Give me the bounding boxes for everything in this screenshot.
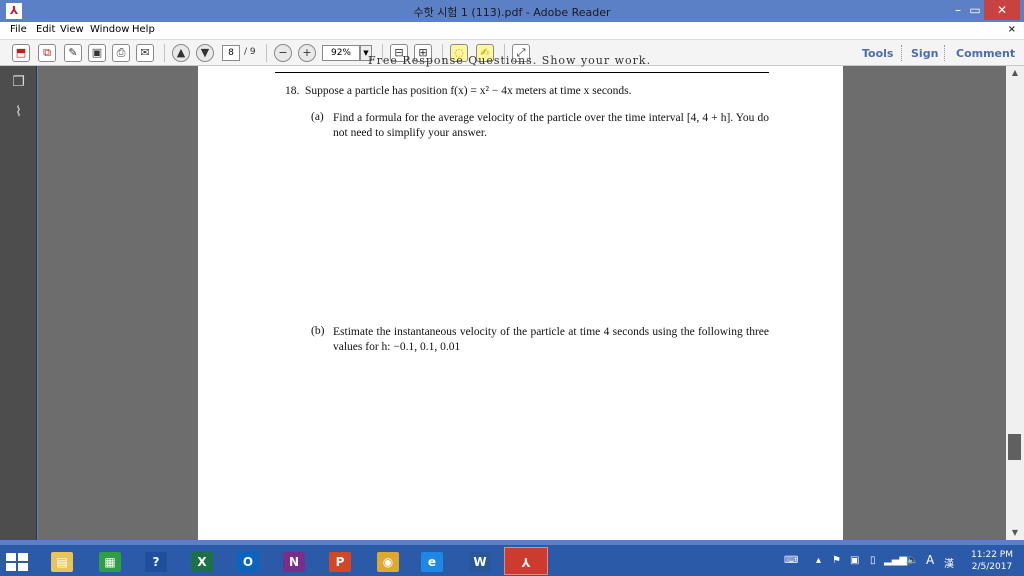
sign-pane-link[interactable]: Sign [911, 47, 938, 60]
edit-icon[interactable]: ✎ [64, 44, 82, 62]
close-button[interactable]: ✕ [984, 0, 1020, 20]
menu-file[interactable]: File [10, 24, 27, 35]
outlook-icon: O [237, 551, 259, 572]
question-number: 18. [285, 85, 300, 97]
restore-button[interactable]: ▭ [968, 0, 982, 20]
pdf-page: Free Response Questions. Show your work.… [198, 54, 843, 540]
part-b-text: Estimate the instantaneous velocity of t… [333, 326, 769, 353]
page-down-icon[interactable]: ▼ [196, 44, 214, 62]
volume-icon[interactable]: 🔈 [906, 555, 918, 566]
part-a-label: (a) [311, 111, 324, 123]
word-icon: W [469, 551, 491, 572]
part-b-label: (b) [311, 325, 325, 337]
page-total: / 9 [244, 47, 256, 57]
menu-help[interactable]: Help [132, 24, 155, 35]
menu-bar: File Edit View Window Help × [0, 22, 1024, 40]
save-icon[interactable]: ▣ [88, 44, 106, 62]
page-thumbnails-icon[interactable]: ❐ [10, 74, 27, 92]
clock-date: 2/5/2017 [971, 562, 1013, 572]
input-language-indicator[interactable]: A [926, 553, 934, 567]
menu-view[interactable]: View [60, 24, 84, 35]
taskbar-outlook-button[interactable]: O [226, 547, 270, 575]
taskbar-adobe-reader-button[interactable]: ⅄ [504, 547, 548, 575]
menu-edit[interactable]: Edit [36, 24, 55, 35]
scroll-down-icon[interactable]: ▼ [1006, 526, 1024, 540]
powerpoint-icon: P [329, 551, 351, 572]
taskbar-help-button[interactable]: ? [134, 547, 178, 575]
tray-app-icon[interactable]: ▣ [850, 555, 859, 566]
show-hidden-icons-icon[interactable]: ▴ [816, 555, 821, 566]
store-icon: ▦ [99, 551, 121, 572]
internet-explorer-icon: e [421, 551, 443, 572]
onenote-icon: N [283, 551, 305, 572]
zoom-level-input[interactable]: 92% [322, 45, 360, 61]
minimize-button[interactable]: – [948, 0, 968, 20]
help-icon: ? [145, 551, 167, 572]
scroll-thumb[interactable] [1008, 434, 1021, 460]
window-title: 수핫 시험 1 (113).pdf - Adobe Reader [413, 6, 611, 19]
tools-pane-link[interactable]: Tools [862, 47, 893, 60]
part-a-text: Find a formula for the average velocity … [333, 112, 769, 139]
taskbar-chrome-button[interactable]: ◉ [366, 547, 410, 575]
header-rule [275, 72, 769, 73]
chrome-icon: ◉ [377, 551, 399, 572]
system-clock[interactable]: 11:22 PM 2/5/2017 [962, 549, 1022, 573]
ime-mode-icon[interactable]: 漢 [944, 555, 954, 570]
taskbar-internet-explorer-button[interactable]: e [410, 547, 454, 575]
scroll-up-icon[interactable]: ▲ [1006, 66, 1024, 80]
battery-icon[interactable]: ▯ [870, 555, 876, 566]
zoom-out-icon[interactable]: − [274, 44, 292, 62]
question-text: Suppose a particle has position f(x) = x… [305, 85, 632, 97]
clock-time: 11:22 PM [971, 550, 1013, 560]
page-number-input[interactable]: 8 [222, 45, 240, 61]
menu-window[interactable]: Window [90, 24, 129, 35]
taskbar-word-button[interactable]: W [458, 547, 502, 575]
print-icon[interactable]: ⎙ [112, 44, 130, 62]
toolbar-separator [164, 44, 165, 62]
file-explorer-icon: ▤ [51, 551, 73, 572]
excel-icon: X [191, 551, 213, 572]
navigation-panel: ❐ ⌇ [0, 66, 37, 540]
combine-icon[interactable]: ⧉ [38, 44, 56, 62]
taskbar-onenote-button[interactable]: N [272, 547, 316, 575]
keyboard-icon[interactable]: ⌨ [784, 555, 798, 566]
email-icon[interactable]: ✉ [136, 44, 154, 62]
taskbar-powerpoint-button[interactable]: P [318, 547, 362, 575]
start-windows-icon[interactable] [6, 553, 28, 571]
page-up-icon[interactable]: ▲ [172, 44, 190, 62]
attachments-icon[interactable]: ⌇ [10, 104, 27, 122]
document-close-icon[interactable]: × [1008, 24, 1016, 35]
adobe-reader-icon: ⅄ [515, 552, 537, 573]
toolbar-separator [944, 45, 945, 61]
vertical-scrollbar[interactable]: ▲ ▼ [1006, 66, 1024, 540]
taskbar-file-explorer-button[interactable]: ▤ [40, 547, 84, 575]
zoom-in-icon[interactable]: + [298, 44, 316, 62]
document-view: Free Response Questions. Show your work.… [38, 54, 1006, 540]
title-bar: ⅄ 수핫 시험 1 (113).pdf - Adobe Reader – ▭ ✕ [0, 0, 1024, 22]
toolbar-separator [266, 44, 267, 62]
toolbar-separator [901, 45, 902, 61]
network-signal-icon[interactable]: ▂▄▆ [884, 555, 907, 566]
taskbar-excel-button[interactable]: X [180, 547, 224, 575]
create-pdf-icon[interactable]: ⬒ [12, 44, 30, 62]
comment-pane-link[interactable]: Comment [956, 47, 1015, 60]
header-text: Free Response Questions. Show your work. [368, 54, 652, 67]
taskbar-store-button[interactable]: ▦ [88, 547, 132, 575]
taskbar: ▤ ▦? X O N P ◉ e W ⅄ ⌨ ▴ ⚑ ▣ ▯ ▂▄▆ 🔈 A 漢 11:22 PM… [0, 545, 1024, 576]
action-center-flag-icon[interactable]: ⚑ [832, 555, 841, 566]
